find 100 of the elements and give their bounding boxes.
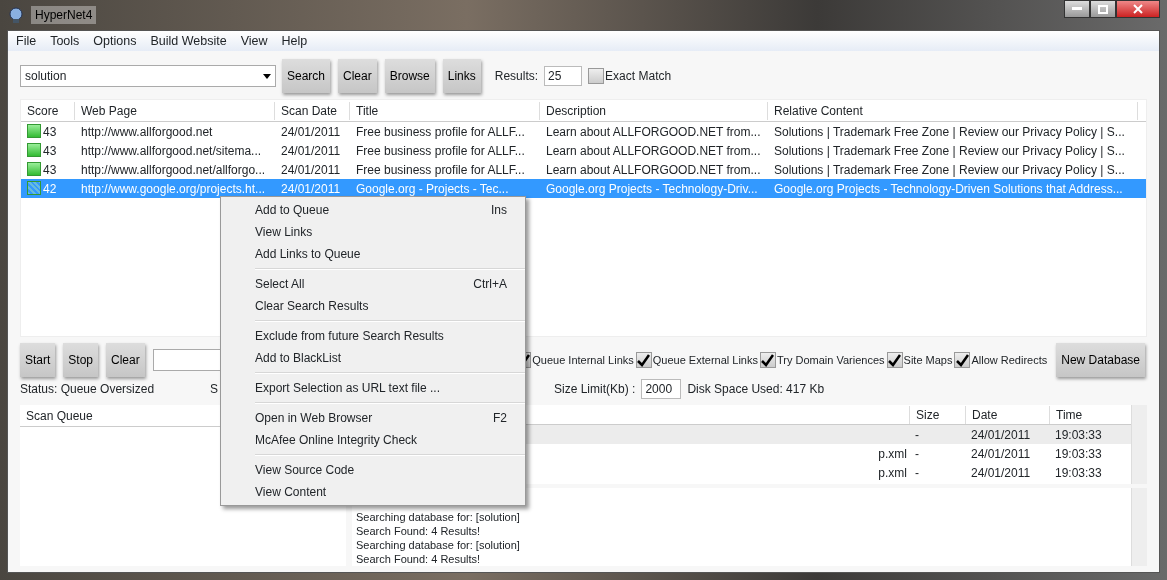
score-value: 43 bbox=[43, 162, 57, 177]
score-value: 43 bbox=[43, 143, 57, 158]
checkbox[interactable] bbox=[759, 352, 776, 368]
checkbox-label[interactable]: Allow Redirects bbox=[971, 351, 1048, 369]
search-combo[interactable]: solution bbox=[20, 65, 276, 87]
column-header: Size bbox=[909, 405, 965, 424]
context-menu-item[interactable]: Exclude from future Search Results bbox=[255, 325, 525, 347]
checkbox-label[interactable]: Queue Internal Links bbox=[532, 351, 634, 369]
close-button[interactable] bbox=[1116, 0, 1160, 18]
context-menu-item[interactable]: Export Selection as URL text file ... bbox=[255, 377, 525, 399]
table-cell-text: - bbox=[914, 464, 920, 482]
table-cell-text: Solutions | Trademark Free Zone | Review our Privacy Policy | S... bbox=[773, 123, 1126, 141]
menu-item-label: Exclude from future Search Results bbox=[255, 328, 444, 345]
log-line: Search Found: 4 Results! bbox=[356, 552, 482, 566]
table-cell-text: 19:03:33 bbox=[1054, 464, 1103, 482]
table-cell-text: Google.org Projects - Technology-Driv... bbox=[545, 180, 759, 198]
context-menu-item[interactable]: View Links bbox=[255, 221, 525, 243]
crawler-button[interactable]: Clear bbox=[106, 343, 145, 377]
checkbox-label[interactable]: Exact Match bbox=[605, 67, 672, 85]
menu-item[interactable]: Options bbox=[93, 31, 137, 51]
status-text: S bbox=[210, 381, 218, 398]
checkbox-label[interactable]: Site Maps bbox=[903, 351, 953, 369]
maximize-icon bbox=[1098, 4, 1108, 14]
table-cell-text: Solutions | Trademark Free Zone | Review our Privacy Policy | S... bbox=[773, 161, 1126, 179]
table-cell-text: http://www.allforgood.net/sitema... bbox=[80, 142, 263, 160]
table-cell-text: Learn about ALLFORGOOD.NET from... bbox=[545, 123, 762, 141]
results-field[interactable]: 25 bbox=[544, 66, 583, 86]
table-cell-text: 24/01/2011 bbox=[280, 161, 342, 179]
menu-item[interactable]: Help bbox=[281, 31, 308, 51]
column-header: Scan Queue bbox=[25, 407, 93, 425]
table-cell-text: http://www.allforgood.net bbox=[80, 123, 214, 141]
menu-item-label: Open in Web Browser bbox=[255, 410, 373, 427]
menu-item[interactable]: View bbox=[240, 31, 268, 51]
score-icon bbox=[27, 142, 41, 157]
log-line: Search Found: 4 Results! bbox=[356, 524, 482, 538]
table-cell-text: 24/01/2011 bbox=[280, 123, 342, 141]
context-menu-item[interactable]: Select All Ctrl+A bbox=[255, 273, 525, 295]
context-menu-item[interactable]: Add to Queue Ins bbox=[255, 199, 525, 221]
menu-item-label: View Content bbox=[255, 484, 327, 501]
column-header: Relative Content bbox=[768, 101, 1138, 120]
score-icon bbox=[27, 123, 41, 138]
dropdown-arrow-icon[interactable] bbox=[263, 73, 271, 79]
table-cell-text: - bbox=[914, 426, 920, 444]
file-name: p.xml bbox=[878, 465, 907, 480]
combo-value: solution bbox=[25, 68, 68, 85]
result-row[interactable]: 43 http://www.allforgood.net 24/01/2011 Free business profile for ALLF... Learn about ALLFORGOOD.NET from... Solutions | Trademark Free Zone | Review our Privacy Policy | S... bbox=[21, 122, 1146, 141]
table-cell-text: - bbox=[914, 445, 920, 463]
toolbar-button[interactable]: Links bbox=[442, 59, 481, 93]
disk-space-text: Disk Space Used: 417 Kb bbox=[687, 381, 825, 398]
score-value: 43 bbox=[43, 124, 57, 139]
column-header: Title bbox=[350, 101, 540, 120]
maximize-button[interactable] bbox=[1090, 0, 1116, 18]
table-cell-text: 24/01/2011 bbox=[280, 142, 342, 160]
menu-item[interactable]: Tools bbox=[50, 31, 80, 51]
checkbox[interactable] bbox=[588, 68, 605, 84]
checkbox[interactable] bbox=[635, 352, 652, 368]
column-header: Description bbox=[540, 101, 768, 120]
crawler-button[interactable]: Start bbox=[20, 343, 56, 377]
column-header: Time bbox=[1049, 405, 1129, 424]
menu-item[interactable]: File bbox=[16, 31, 37, 51]
context-menu-item[interactable]: View Source Code bbox=[255, 459, 525, 481]
context-menu-item[interactable]: Add to BlackList bbox=[255, 347, 525, 369]
toolbar-button[interactable]: Clear bbox=[338, 59, 377, 93]
size-limit-field[interactable]: 2000 bbox=[641, 379, 682, 399]
menu-shortcut: F2 bbox=[493, 410, 507, 427]
checkbox-label[interactable]: Try Domain Variences bbox=[776, 351, 885, 369]
context-menu-item[interactable]: Add Links to Queue bbox=[255, 243, 525, 265]
toolbar-button[interactable]: Search bbox=[282, 59, 331, 93]
menu-item-label: Add to Queue bbox=[255, 202, 330, 219]
window-title: HyperNet4 bbox=[31, 6, 97, 24]
size-limit-label: Size Limit(Kb) : bbox=[554, 381, 636, 398]
table-cell-text: Learn about ALLFORGOOD.NET from... bbox=[545, 142, 762, 160]
table-cell-text: Free business profile for ALLF... bbox=[355, 123, 526, 141]
menu-item-label: Select All bbox=[255, 276, 305, 293]
checkbox[interactable] bbox=[954, 352, 971, 368]
score-icon bbox=[27, 161, 41, 176]
app-logo-icon bbox=[7, 6, 25, 24]
context-menu-item[interactable]: Clear Search Results bbox=[255, 295, 525, 317]
column-header: Scan Date bbox=[275, 101, 350, 120]
menu-item-label: Add Links to Queue bbox=[255, 246, 361, 263]
table-cell-text: Google.org - Projects - Tec... bbox=[355, 180, 510, 198]
toolbar-button[interactable]: Browse bbox=[384, 59, 435, 93]
table-cell-text: Google.org Projects - Technology-Driven Solutions that Address... bbox=[773, 180, 1124, 198]
menu-item[interactable]: Build Website bbox=[150, 31, 227, 51]
menu-item-label: View Links bbox=[255, 224, 313, 241]
column-header: Score bbox=[21, 101, 75, 120]
minimize-icon bbox=[1072, 7, 1082, 11]
table-cell-text: 24/01/2011 bbox=[970, 426, 1032, 444]
checkbox-label[interactable]: Queue External Links bbox=[652, 351, 758, 369]
menu-item-label: Clear Search Results bbox=[255, 298, 369, 315]
table-cell-text: Learn about ALLFORGOOD.NET from... bbox=[545, 161, 762, 179]
context-menu-item[interactable]: View Content bbox=[255, 481, 525, 503]
minimize-button[interactable] bbox=[1064, 0, 1090, 18]
result-row[interactable]: 43 http://www.allforgood.net/allforgo... 24/01/2011 Free business profile for ALLF... Learn about ALLFORGOOD.NET from... Solutions | Trademark Free Zone | Review our Privacy Policy | S... bbox=[21, 160, 1146, 179]
crawler-button[interactable]: Stop bbox=[63, 343, 99, 377]
new-database-button[interactable]: New Database bbox=[1056, 343, 1145, 377]
checkbox[interactable] bbox=[886, 352, 903, 368]
result-row[interactable]: 43 http://www.allforgood.net/sitema... 24/01/2011 Free business profile for ALLF... Learn about ALLFORGOOD.NET from... Solutions | Trademark Free Zone | Review our Privacy Policy | S... bbox=[21, 141, 1146, 160]
menu-item-label: View Source Code bbox=[255, 462, 355, 479]
column-header: Date bbox=[965, 405, 1049, 424]
